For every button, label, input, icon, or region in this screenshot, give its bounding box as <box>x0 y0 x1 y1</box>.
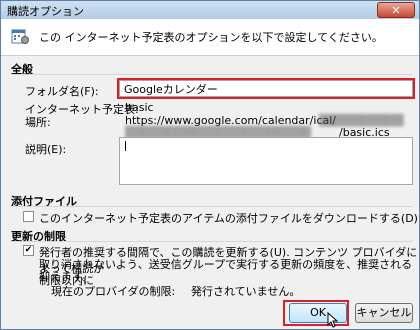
general-divider <box>11 74 413 75</box>
title-bar[interactable]: 購読オプション ✕ <box>1 1 419 19</box>
attachments-divider <box>11 206 413 207</box>
description-textarea[interactable] <box>119 137 413 185</box>
location-label: 場所: <box>25 116 51 129</box>
update-interval-checkbox[interactable]: ✔ <box>23 245 34 256</box>
header-instruction: この インターネット予定表のオプションを以下で設定してください。 <box>39 31 383 44</box>
download-attachments-label[interactable]: このインターネット予定表のアイテムの添付ファイルをダウンロードする(D) <box>39 210 418 226</box>
folder-name-label: フォルダ名(F): <box>25 85 99 98</box>
cancel-button[interactable]: キャンセル <box>355 303 413 323</box>
folder-name-input[interactable] <box>119 80 413 97</box>
provider-limit-value: 発行されていません。 <box>191 285 301 298</box>
update-limit-divider <box>11 241 413 242</box>
calendar-options-icon <box>11 29 29 44</box>
subscription-options-dialog: 購読オプション ✕ この インターネット予定表のオプションを以下で設定してくださ… <box>0 0 420 330</box>
provider-limit-label: 現在のプロバイダの制限: <box>51 285 176 298</box>
description-label: 説明(E): <box>25 143 67 156</box>
dialog-header: この インターネット予定表のオプションを以下で設定してください。 <box>1 19 419 56</box>
text-caret <box>125 141 126 151</box>
mouse-pointer-icon <box>327 312 339 328</box>
internet-calendar-value: basic <box>125 101 154 114</box>
update-interval-label-line3[interactable]: 抑えます。 <box>39 268 93 284</box>
close-button[interactable]: ✕ <box>377 2 415 18</box>
download-attachments-checkbox[interactable] <box>23 211 34 222</box>
window-title: 購読オプション <box>7 5 84 18</box>
